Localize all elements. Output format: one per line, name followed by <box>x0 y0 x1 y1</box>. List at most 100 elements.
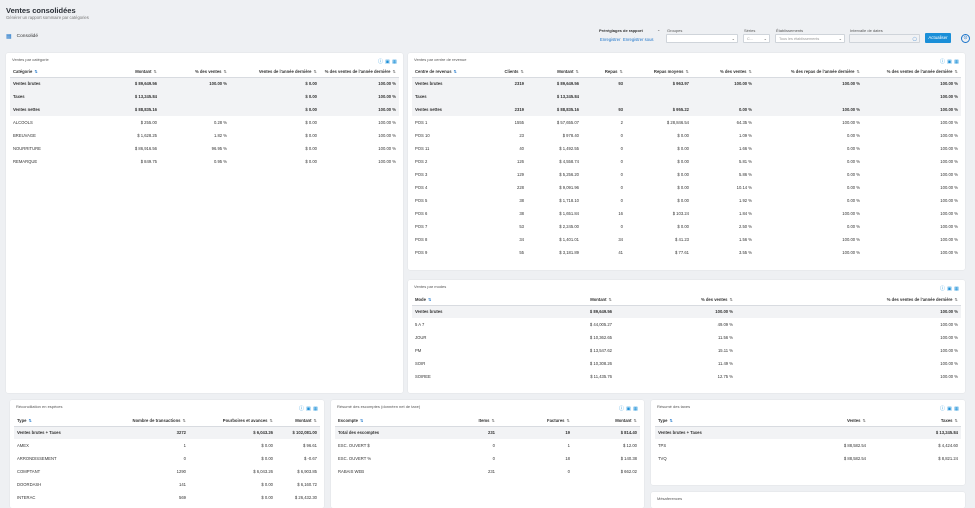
discounts-table: Escompte ⇅ Items ⇅ Factures ⇅ Montant ⇅ Total de… <box>335 416 640 478</box>
sort-icon[interactable]: ⇅ <box>313 418 317 423</box>
sort-icon[interactable]: ⇅ <box>269 418 273 423</box>
column-header[interactable]: Repas ⇅ <box>582 67 626 78</box>
sort-icon[interactable]: ⇅ <box>729 297 733 302</box>
cell-value: $ 12.00 <box>623 443 637 448</box>
column-header[interactable]: Ventes de l'année dernière ⇅ <box>230 67 320 78</box>
column-header[interactable]: Montant ⇅ <box>527 67 582 78</box>
info-icon[interactable]: ⓘ <box>619 407 624 412</box>
table-icon[interactable]: ▦ <box>954 60 959 65</box>
cell-value: 1 <box>567 443 570 448</box>
sort-icon[interactable]: ⇅ <box>619 69 623 74</box>
presets-chevron-icon[interactable]: ⌄ <box>657 27 660 32</box>
column-header[interactable]: Montant ⇅ <box>70 67 160 78</box>
export-icon[interactable]: ▣ <box>947 60 952 65</box>
sort-icon[interactable]: ⇅ <box>575 69 579 74</box>
sort-icon[interactable]: ⇅ <box>633 418 637 423</box>
column-header[interactable]: % des ventes ⇅ <box>692 67 755 78</box>
column-header[interactable]: Repas moyens ⇅ <box>626 67 692 78</box>
table-icon[interactable]: ▦ <box>313 407 318 412</box>
cell-value: $ 0.00 <box>305 146 317 151</box>
column-header[interactable]: % des ventes de l'année dernière ⇅ <box>863 67 961 78</box>
cell-value: 11.56 % <box>717 335 733 340</box>
sort-icon[interactable]: ⇅ <box>856 69 860 74</box>
table-icon[interactable]: ▦ <box>392 60 397 65</box>
column-header[interactable]: % des ventes de l'année dernière ⇅ <box>736 295 961 306</box>
cell-value: 126 <box>517 159 524 164</box>
series-select[interactable]: C... ⌄ <box>743 34 770 43</box>
info-icon[interactable]: ⓘ <box>940 287 945 292</box>
table-row: POS 7 53 $ 2,245.00 0 $ 0.00 2.50 % 0.00 % 100.… <box>412 220 961 233</box>
column-header[interactable]: Taxes ⇅ <box>869 416 961 427</box>
sort-icon[interactable]: ⇅ <box>520 69 524 74</box>
consolidated-toggle[interactable]: ▦ Consolidé <box>6 33 38 40</box>
apply-button[interactable]: Actualiser <box>925 33 951 43</box>
column-header[interactable]: Escompte ⇅ <box>335 416 425 427</box>
cell-value: $ 77.61 <box>675 250 689 255</box>
sort-asc-icon[interactable]: ⇅ <box>360 418 364 423</box>
sort-asc-icon[interactable]: ⇅ <box>454 69 458 74</box>
export-icon[interactable]: ▣ <box>947 407 952 412</box>
sort-icon[interactable]: ⇅ <box>392 69 396 74</box>
cell-value: 0.00 % <box>692 103 755 116</box>
column-header[interactable]: Nombre de transactions ⇅ <box>84 416 189 427</box>
sort-icon[interactable]: ⇅ <box>862 418 866 423</box>
column-header[interactable]: Items ⇅ <box>425 416 498 427</box>
column-header[interactable]: Ventes ⇅ <box>735 416 869 427</box>
cell-value: $ 6,043.26 <box>189 426 276 439</box>
column-header[interactable]: % des ventes ⇅ <box>160 67 230 78</box>
column-header[interactable]: Catégorie ⇅ <box>10 67 70 78</box>
table-row: SOIREE $ 11,435.76 12.75 % 100.00 % <box>412 370 961 383</box>
column-header[interactable]: Montant ⇅ <box>502 295 615 306</box>
sort-icon[interactable]: ⇅ <box>954 418 958 423</box>
date-range-input[interactable]: ◯ <box>849 34 920 43</box>
sort-asc-icon[interactable]: ⇅ <box>428 297 432 302</box>
sort-icon[interactable]: ⇅ <box>685 69 689 74</box>
column-header[interactable]: Pourboires et avances ⇅ <box>189 416 276 427</box>
sort-icon[interactable]: ⇅ <box>223 69 227 74</box>
table-icon[interactable]: ▦ <box>633 407 638 412</box>
sort-icon[interactable]: ⇅ <box>153 69 157 74</box>
sort-icon[interactable]: ⇅ <box>491 418 495 423</box>
table-icon[interactable]: ▦ <box>954 287 959 292</box>
column-header[interactable]: Factures ⇅ <box>498 416 573 427</box>
column-header[interactable]: Type ⇅ <box>655 416 735 427</box>
column-header[interactable]: Type ⇅ <box>14 416 84 427</box>
sort-icon[interactable]: ⇅ <box>954 297 958 302</box>
sort-icon[interactable]: ⇅ <box>566 418 570 423</box>
cell-value: $ 0.00 <box>230 103 320 116</box>
info-icon[interactable]: ⓘ <box>378 60 383 65</box>
info-icon[interactable]: ⓘ <box>299 407 304 412</box>
sort-icon[interactable]: ⇅ <box>182 418 186 423</box>
table-icon[interactable]: ▦ <box>954 407 959 412</box>
column-header[interactable]: % des repas de l'année dernière ⇅ <box>755 67 863 78</box>
sort-asc-icon[interactable]: ⇅ <box>669 418 673 423</box>
cell-value: $ 662.02 <box>620 469 637 474</box>
export-icon[interactable]: ▣ <box>626 407 631 412</box>
sort-icon[interactable]: ⇅ <box>313 69 317 74</box>
column-header[interactable]: % des ventes ⇅ <box>615 295 736 306</box>
info-icon[interactable]: ⓘ <box>940 407 945 412</box>
column-header[interactable]: Mode ⇅ <box>412 295 502 306</box>
column-header[interactable]: Montant ⇅ <box>276 416 320 427</box>
info-icon[interactable]: ⓘ <box>940 60 945 65</box>
export-icon[interactable]: ▣ <box>947 287 952 292</box>
save-link[interactable]: Enregistrer <box>600 37 620 42</box>
column-header[interactable]: Clients ⇅ <box>470 67 527 78</box>
cell-value: 0 <box>183 456 186 461</box>
sort-asc-icon[interactable]: ⇅ <box>28 418 32 423</box>
column-header[interactable]: Montant ⇅ <box>573 416 640 427</box>
column-header[interactable]: % des ventes de l'année dernière ⇅ <box>320 67 399 78</box>
sort-icon[interactable]: ⇅ <box>748 69 752 74</box>
chevron-down-icon: ⌄ <box>763 36 767 41</box>
sort-asc-icon[interactable]: ⇅ <box>34 69 38 74</box>
settings-icon[interactable]: ⊙ <box>961 34 970 43</box>
sort-icon[interactable]: ⇅ <box>608 297 612 302</box>
groups-select[interactable]: ⌄ <box>666 34 738 43</box>
export-icon[interactable]: ▣ <box>385 60 390 65</box>
cell-value: 0 <box>620 133 623 138</box>
establishments-select[interactable]: Tous les établissements ⌄ <box>775 34 845 43</box>
export-icon[interactable]: ▣ <box>306 407 311 412</box>
sort-icon[interactable]: ⇅ <box>954 69 958 74</box>
column-header[interactable]: Centre de revenus ⇅ <box>412 67 470 78</box>
save-as-link[interactable]: Enregistrer sous <box>623 37 654 42</box>
